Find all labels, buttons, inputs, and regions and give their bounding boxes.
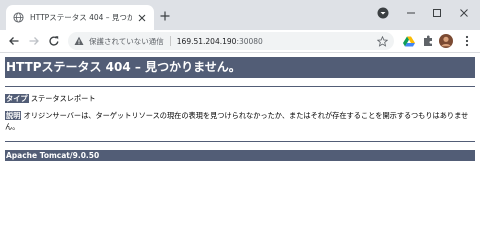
tab-strip: HTTPステータス 404 – 見つかりません (0, 0, 480, 30)
security-status[interactable]: 保護されていない通信 (89, 36, 164, 47)
address-separator (169, 36, 171, 46)
globe-icon (12, 12, 24, 24)
description-label: 説明 (5, 111, 22, 120)
maximize-icon[interactable] (424, 2, 450, 24)
plus-icon[interactable] (158, 9, 172, 23)
divider (5, 86, 475, 87)
extensions-icon[interactable] (421, 34, 435, 48)
description-value: オリジンサーバーは、ターゲットリソースの現在の表現を見つけられなかったか、または… (21, 111, 469, 120)
description-line: 説明 オリジンサーバーは、ターゲットリソースの現在の表現を見つけられなかったか、… (5, 110, 475, 132)
toolbar-divider (0, 52, 480, 53)
star-icon[interactable] (376, 35, 388, 47)
type-value: ステータスレポート (28, 94, 96, 103)
reload-icon[interactable] (46, 33, 62, 49)
description-value-cont: ん。 (5, 122, 20, 131)
page-title: HTTPステータス 404 – 見つかりません。 (5, 57, 475, 78)
menu-icon[interactable] (460, 34, 474, 48)
divider (5, 141, 475, 142)
forward-icon[interactable] (26, 33, 42, 49)
tab-title: HTTPステータス 404 – 見つかりません (30, 13, 132, 22)
type-line: タイプ ステータスレポート (5, 93, 475, 104)
browser-toolbar: 保護されていない通信 169.51.204.190:30080 (0, 30, 480, 52)
back-icon[interactable] (6, 33, 22, 49)
drive-icon[interactable] (402, 34, 416, 48)
browser-tab[interactable]: HTTPステータス 404 – 見つかりません (6, 5, 154, 30)
url-host: 169.51.204.190 (176, 36, 237, 46)
url-port: :30080 (236, 36, 263, 46)
window-close-icon[interactable] (451, 2, 477, 24)
type-label: タイプ (5, 94, 29, 103)
profile-dropdown-icon[interactable] (370, 2, 396, 24)
avatar[interactable] (439, 34, 453, 48)
minimize-icon[interactable] (398, 2, 424, 24)
page-content: HTTPステータス 404 – 見つかりません。 タイプ ステータスレポート 説… (5, 57, 475, 161)
server-version-footer: Apache Tomcat/9.0.50 (5, 150, 475, 161)
warning-icon[interactable] (74, 36, 84, 46)
close-icon[interactable] (136, 12, 148, 24)
address-bar[interactable]: 保護されていない通信 169.51.204.190:30080 (68, 32, 394, 50)
